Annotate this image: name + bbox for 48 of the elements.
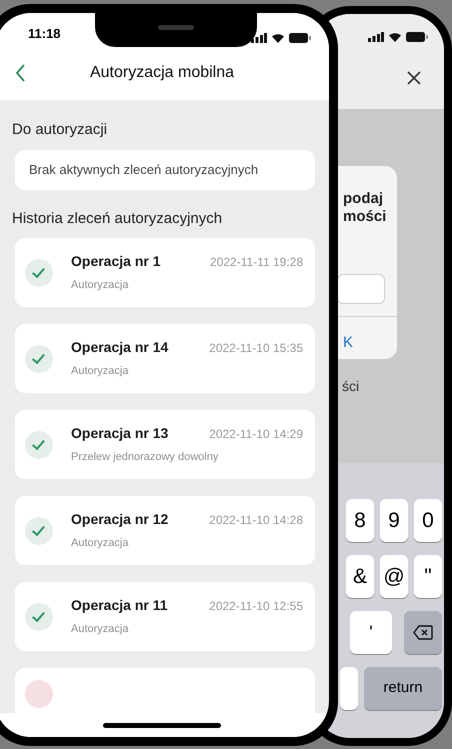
operation-type: Autoryzacja <box>71 536 130 552</box>
operation-title: Operacja nr 1 <box>71 252 160 272</box>
keyboard-key[interactable]: 0 <box>414 499 442 542</box>
history-item[interactable]: Operacja nr 12 2022-11-10 14:28 Autoryzacja <box>15 496 315 565</box>
history-item[interactable]: Operacja nr 13 2022-11-10 14:29 Przelew jednorazowy dowolny <box>15 410 315 479</box>
section-heading: Do autoryzacji <box>12 121 108 138</box>
empty-message: Brak aktywnych zleceń autoryzacyjnych <box>29 161 258 180</box>
wifi-icon <box>271 33 285 43</box>
wifi-icon <box>388 32 402 42</box>
operation-date: 2022-11-10 14:28 <box>209 512 303 530</box>
backspace-icon <box>413 625 433 640</box>
battery-icon <box>406 32 428 42</box>
history-item[interactable]: Operacja nr 1 2022-11-11 19:28 Autoryzacja <box>15 238 315 307</box>
operation-type: Autoryzacja <box>71 622 130 638</box>
operation-title: Operacja nr 11 <box>71 596 168 616</box>
caption-text: ści <box>342 378 360 394</box>
dialog-text: podaj <box>343 190 383 208</box>
status-time: 11:18 <box>28 24 61 42</box>
keyboard-key[interactable]: 8 <box>346 499 374 542</box>
history-item[interactable]: Operacja nr 14 2022-11-10 15:35 Autoryzacja <box>15 324 315 393</box>
confirm-button[interactable]: K <box>343 334 354 351</box>
operation-date: 2022-11-10 14:29 <box>209 426 303 444</box>
dialog-text: mości <box>343 208 386 226</box>
section-heading: Historia zleceń autoryzacyjnych <box>12 210 222 227</box>
operation-type: Przelew jednorazowy dowolny <box>71 450 220 466</box>
history-item[interactable]: Operacja nr 11 2022-11-10 12:55 Autoryzacja <box>15 582 315 651</box>
operation-title: Operacja nr 14 <box>71 338 168 358</box>
battery-icon <box>289 33 311 43</box>
operation-title: Operacja nr 13 <box>71 424 168 444</box>
keyboard-key[interactable]: & <box>346 555 374 598</box>
signal-icon <box>368 32 384 42</box>
operation-type: Autoryzacja <box>71 278 130 294</box>
operation-type: Autoryzacja <box>71 364 130 380</box>
operation-date: 2022-11-11 19:28 <box>210 254 303 272</box>
signal-icon <box>251 33 267 43</box>
operation-date: 2022-11-10 12:55 <box>209 598 303 616</box>
backspace-key[interactable] <box>404 611 442 654</box>
input-field[interactable] <box>337 274 385 304</box>
keyboard-key[interactable]: @ <box>380 555 408 598</box>
keyboard-key[interactable]: ' <box>350 611 392 654</box>
operation-title: Operacja nr 12 <box>71 510 168 530</box>
back-icon[interactable] <box>16 64 26 82</box>
keyboard-key[interactable]: 9 <box>380 499 408 542</box>
operation-date: 2022-11-10 15:35 <box>209 340 303 358</box>
screen-title: Autoryzacja mobilna <box>90 62 234 82</box>
return-key[interactable]: return <box>364 667 442 710</box>
close-icon[interactable] <box>406 70 422 86</box>
keyboard-key[interactable]: " <box>414 555 442 598</box>
